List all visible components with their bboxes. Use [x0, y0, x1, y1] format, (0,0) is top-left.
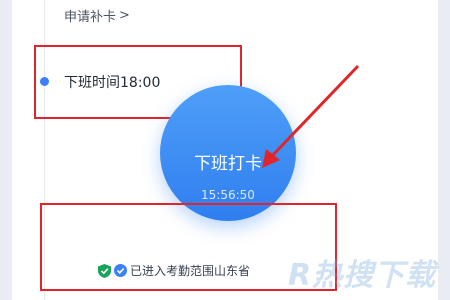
shield-icon — [98, 263, 111, 278]
attendance-status-text: 已进入考勤范围山东省 — [130, 264, 251, 278]
check-circle-icon — [114, 264, 127, 277]
watermark-logo: R热搜下载 — [288, 258, 437, 293]
attendance-status: 已进入考勤范围山东省 — [98, 262, 250, 279]
